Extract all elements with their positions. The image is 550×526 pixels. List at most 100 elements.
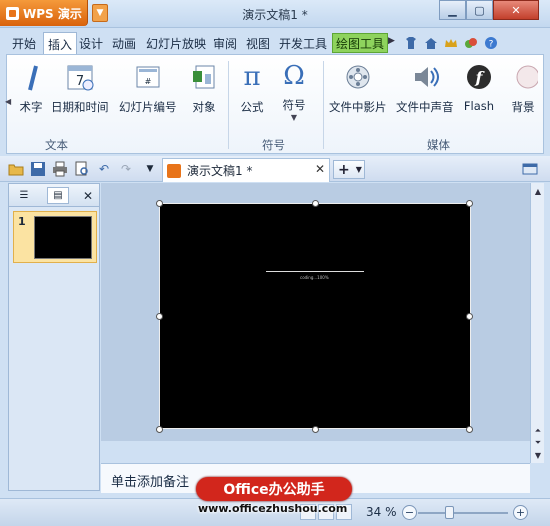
- slides-tab-icon[interactable]: ▤: [47, 187, 69, 204]
- crown-icon[interactable]: [444, 36, 458, 50]
- home-icon[interactable]: [424, 36, 438, 50]
- object-button[interactable]: 对象: [188, 61, 220, 117]
- resize-handle[interactable]: [312, 426, 319, 433]
- close-tab-icon[interactable]: ✕: [315, 162, 325, 176]
- formula-button[interactable]: π 公式: [236, 61, 268, 117]
- leaf-icon[interactable]: [464, 36, 478, 50]
- resize-handle[interactable]: [312, 200, 319, 207]
- tab-insert[interactable]: 插入: [43, 32, 78, 55]
- document-tab-icon: [167, 163, 181, 178]
- quick-access-toolbar: ↶ ↷ ▼ 演示文稿1 * ✕ + ▼: [0, 156, 550, 182]
- wordart-button[interactable]: 术字: [15, 61, 47, 117]
- document-tab-title: 演示文稿1 *: [187, 164, 253, 178]
- flash-icon: f: [463, 61, 495, 93]
- resize-handle[interactable]: [466, 426, 473, 433]
- tab-design[interactable]: 设计: [79, 33, 103, 53]
- watermark-badge: Office办公助手: [196, 477, 352, 501]
- pi-icon: π: [243, 62, 261, 92]
- print-preview-icon[interactable]: [74, 161, 90, 177]
- save-icon[interactable]: [30, 161, 46, 177]
- resize-handle[interactable]: [466, 200, 473, 207]
- new-tab-dropdown-icon[interactable]: ▼: [356, 165, 362, 174]
- tab-scroll-right-icon[interactable]: ▶: [388, 36, 398, 50]
- ribbon-tabs: 开始 插入 设计 动画 幻灯片放映 审阅 视图 开发工具 绘图工具 ▶ ?: [0, 30, 550, 55]
- resize-handle[interactable]: [156, 426, 163, 433]
- symbol-dropdown-icon[interactable]: ▼: [291, 113, 297, 122]
- slide-thumbnail-image: [34, 216, 92, 259]
- zoom-out-icon[interactable]: −: [402, 505, 417, 520]
- movie-button[interactable]: 文件中影片: [329, 61, 387, 117]
- movie-label: 文件中影片: [329, 100, 387, 114]
- title-bar: WPS 演示 ▼ 演示文稿1 * ▁ ▢ ✕: [0, 0, 550, 28]
- slides-pane: ☰ ▤ ✕ 1: [8, 183, 100, 491]
- maximize-button[interactable]: ▢: [466, 0, 493, 20]
- tab-start[interactable]: 开始: [12, 33, 36, 53]
- slide-thumbnail-number: 1: [18, 215, 26, 228]
- tab-drawing-tools[interactable]: 绘图工具: [332, 33, 389, 53]
- svg-text:?: ?: [489, 40, 494, 50]
- date-time-button[interactable]: 7 日期和时间: [51, 61, 109, 117]
- quick-icons: ?: [404, 36, 498, 52]
- omega-icon: Ω: [283, 61, 305, 91]
- redo-icon[interactable]: ↷: [118, 161, 134, 177]
- calendar-icon: 7: [64, 61, 96, 93]
- object-icon: [188, 61, 220, 93]
- document-tab[interactable]: 演示文稿1 * ✕: [162, 158, 330, 182]
- tab-slideshow[interactable]: 幻灯片放映: [146, 33, 206, 53]
- print-icon[interactable]: [52, 161, 68, 177]
- vertical-scrollbar[interactable]: ▲ ⏶ ⏷ ▼: [530, 183, 544, 463]
- flash-label: Flash: [463, 99, 495, 113]
- resize-handle[interactable]: [156, 200, 163, 207]
- symbol-button[interactable]: Ω 符号 ▼: [278, 61, 310, 122]
- zoom-in-icon[interactable]: +: [513, 505, 528, 520]
- background-button[interactable]: 背景: [507, 61, 539, 117]
- customize-toolbar-icon[interactable]: ▼: [142, 161, 158, 177]
- scroll-next-page-icon[interactable]: ⏷: [532, 437, 544, 449]
- slide-progress-line: [266, 271, 364, 272]
- formula-label: 公式: [240, 100, 264, 114]
- resize-handle[interactable]: [156, 313, 163, 320]
- zoom-level: 34 %: [366, 505, 397, 519]
- close-button[interactable]: ✕: [493, 0, 539, 20]
- slide-canvas[interactable]: coding...100%: [156, 200, 473, 433]
- group-label-media: 媒体: [427, 138, 450, 152]
- tab-developer[interactable]: 开发工具: [279, 33, 327, 53]
- group-label-symbol: 符号: [262, 138, 285, 152]
- minimize-button[interactable]: ▁: [439, 0, 466, 20]
- tshirt-icon[interactable]: [404, 36, 418, 50]
- date-time-label: 日期和时间: [51, 100, 109, 114]
- wordart-icon: [15, 61, 47, 93]
- slide-editing-area: coding...100%: [101, 183, 530, 441]
- new-tab-button[interactable]: + ▼: [333, 160, 365, 179]
- watermark-url: www.officezhushou.com: [198, 502, 348, 515]
- tab-review[interactable]: 审阅: [213, 33, 237, 53]
- ribbon-scroll-left-icon[interactable]: ◀: [5, 97, 11, 106]
- sound-button[interactable]: 文件中声音: [396, 61, 454, 117]
- flash-button[interactable]: f Flash: [463, 61, 495, 117]
- zoom-slider[interactable]: [418, 512, 508, 514]
- tab-animation[interactable]: 动画: [112, 33, 136, 53]
- zoom-slider-thumb[interactable]: [444, 506, 454, 519]
- sound-label: 文件中声音: [396, 100, 454, 114]
- layout-toggle-icon[interactable]: [522, 161, 538, 177]
- svg-text:#: #: [144, 77, 151, 86]
- tab-view[interactable]: 视图: [246, 33, 270, 53]
- close-pane-icon[interactable]: ✕: [77, 187, 99, 204]
- help-icon[interactable]: ?: [484, 36, 498, 50]
- ribbon-separator: [323, 61, 324, 149]
- undo-icon[interactable]: ↶: [96, 161, 112, 177]
- background-icon: [507, 61, 539, 93]
- background-label: 背景: [511, 100, 535, 114]
- scroll-up-icon[interactable]: ▲: [532, 185, 544, 197]
- scroll-down-icon[interactable]: ▼: [532, 449, 544, 461]
- outline-tab-icon[interactable]: ☰: [13, 187, 35, 204]
- resize-handle[interactable]: [466, 313, 473, 320]
- slide-caption: coding...100%: [300, 275, 329, 280]
- open-folder-icon[interactable]: [8, 161, 24, 177]
- ribbon-separator: [228, 61, 229, 149]
- new-tab-label: +: [338, 161, 350, 178]
- slide-number-button[interactable]: # 幻灯片编号: [119, 61, 177, 117]
- scroll-prev-page-icon[interactable]: ⏶: [532, 425, 544, 437]
- slide-thumbnail[interactable]: 1: [13, 211, 97, 263]
- group-label-text: 文本: [45, 138, 68, 152]
